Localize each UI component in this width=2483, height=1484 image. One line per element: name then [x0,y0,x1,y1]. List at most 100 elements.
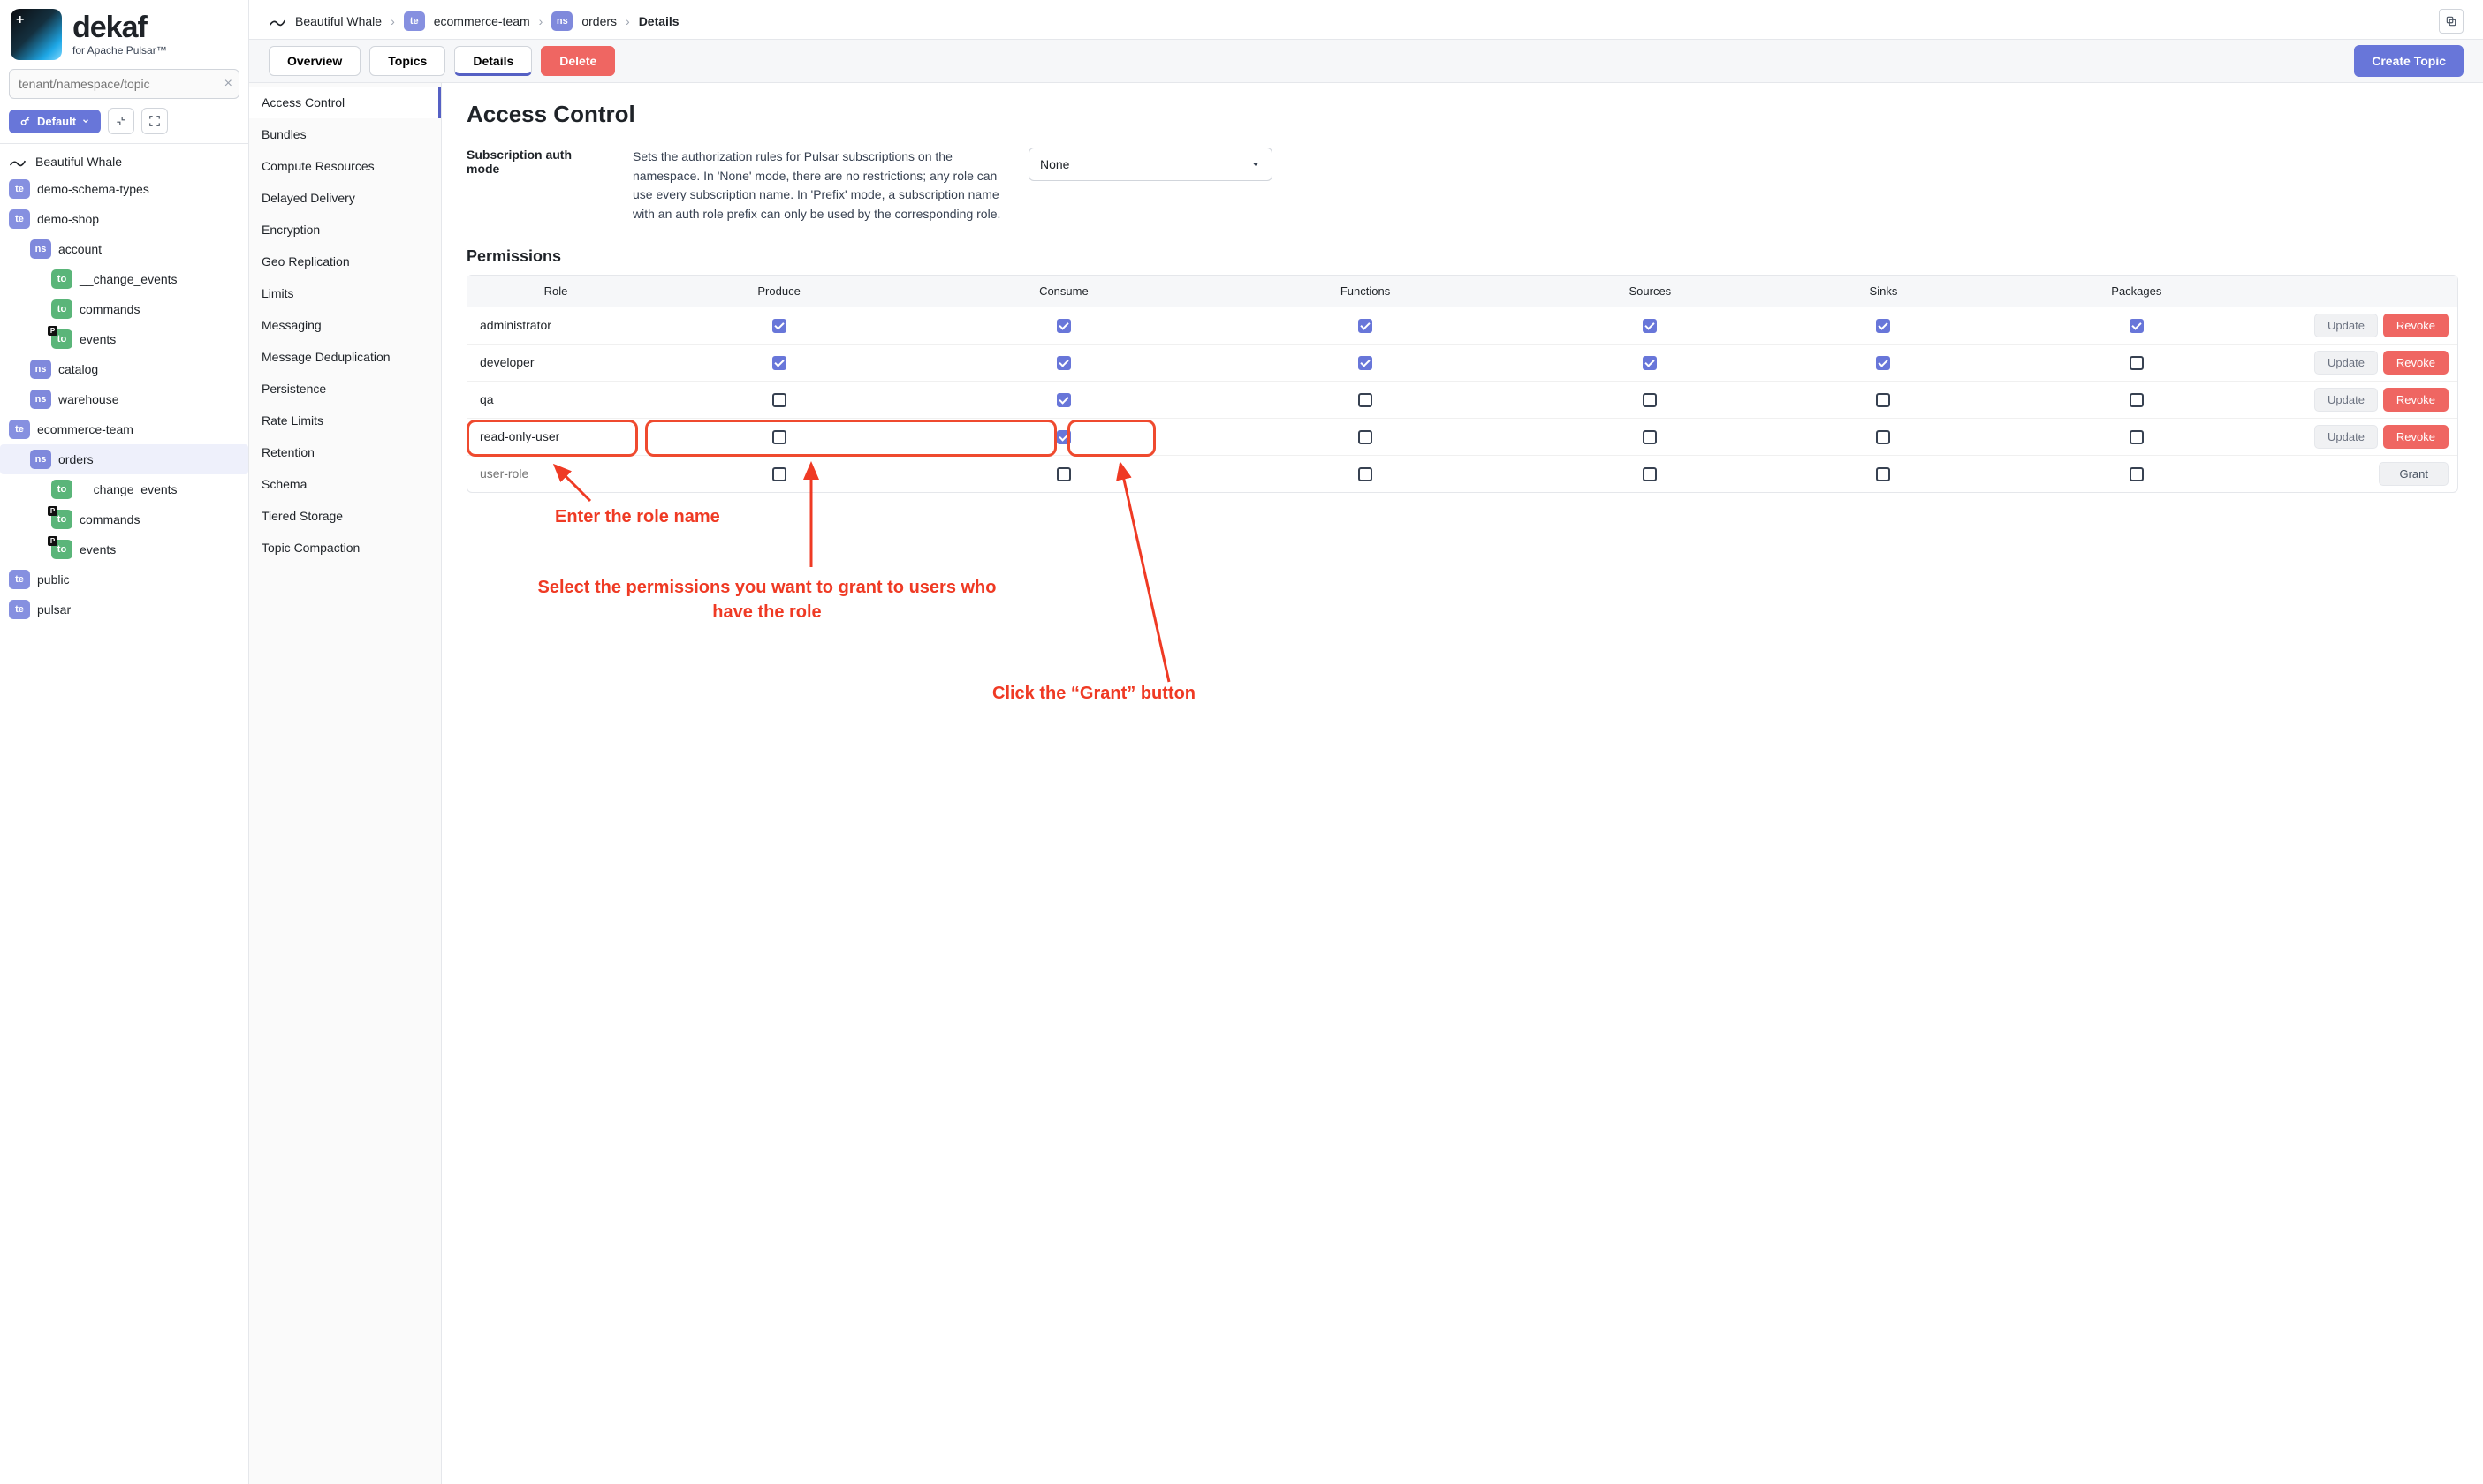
tree-node-account[interactable]: nsaccount [0,234,248,264]
permission-checkbox[interactable] [2130,319,2144,333]
menu-encryption[interactable]: Encryption [249,214,441,246]
default-button[interactable]: Default [9,110,101,133]
tree-node-demo-schema-types[interactable]: tedemo-schema-types [0,174,248,204]
permission-checkbox[interactable] [1876,356,1890,370]
to-badge: to [51,269,72,289]
tree-node-events[interactable]: toPevents [0,324,248,354]
tree-node-catalog[interactable]: nscatalog [0,354,248,384]
permission-checkbox[interactable] [1876,393,1890,407]
tab-topics[interactable]: Topics [369,46,445,76]
menu-message-deduplication[interactable]: Message Deduplication [249,341,441,373]
te-badge: te [9,209,30,229]
permission-checkbox[interactable] [2130,393,2144,407]
menu-schema[interactable]: Schema [249,468,441,500]
copy-button[interactable] [2439,9,2464,34]
search-input[interactable] [9,69,239,99]
tree-label: orders [58,452,94,466]
tree-node-ecommerce-team[interactable]: teecommerce-team [0,414,248,444]
menu-delayed-delivery[interactable]: Delayed Delivery [249,182,441,214]
permission-checkbox[interactable] [1057,430,1071,444]
permission-checkbox[interactable] [1643,319,1657,333]
menu-geo-replication[interactable]: Geo Replication [249,246,441,277]
permission-checkbox[interactable] [772,467,786,481]
update-button[interactable]: Update [2314,425,2378,449]
menu-persistence[interactable]: Persistence [249,373,441,405]
menu-limits[interactable]: Limits [249,277,441,309]
tree-label: demo-shop [37,212,99,226]
revoke-button[interactable]: Revoke [2383,425,2449,449]
tree-node-pulsar[interactable]: tepulsar [0,594,248,625]
nav-tree: Beautiful Whale tedemo-schema-types tedem… [0,144,248,1484]
menu-access-control[interactable]: Access Control [249,87,441,118]
tree-node-__change_events[interactable]: to__change_events [0,474,248,504]
permission-checkbox[interactable] [2130,356,2144,370]
expand-icon-button[interactable] [141,108,168,134]
clear-search-icon[interactable]: × [224,76,232,92]
partitioned-marker: P [48,326,57,336]
menu-rate-limits[interactable]: Rate Limits [249,405,441,436]
menu-topic-compaction[interactable]: Topic Compaction [249,532,441,564]
bc-tenant[interactable]: ecommerce-team [434,14,530,28]
cluster-icon [269,14,286,28]
permission-checkbox[interactable] [772,356,786,370]
menu-messaging[interactable]: Messaging [249,309,441,341]
permission-checkbox[interactable] [1876,430,1890,444]
tree-node-commands[interactable]: tocommands [0,294,248,324]
permission-checkbox[interactable] [1358,319,1372,333]
annotation-perms: Select the permissions you want to grant… [520,575,1014,625]
tab-details[interactable]: Details [454,46,532,76]
permission-checkbox[interactable] [1057,356,1071,370]
update-button[interactable]: Update [2314,314,2378,337]
permission-checkbox[interactable] [1643,393,1657,407]
col-consume: Consume [914,276,1213,307]
permission-checkbox[interactable] [1358,430,1372,444]
permission-checkbox[interactable] [1358,356,1372,370]
bc-namespace[interactable]: orders [581,14,617,28]
tab-delete[interactable]: Delete [541,46,615,76]
collapse-icon-button[interactable] [108,108,134,134]
tab-overview[interactable]: Overview [269,46,361,76]
menu-bundles[interactable]: Bundles [249,118,441,150]
left-sidebar: dekaf for Apache Pulsar™ × Default [0,0,249,1484]
permission-checkbox[interactable] [1057,467,1071,481]
permission-checkbox[interactable] [1643,467,1657,481]
cluster-node[interactable]: Beautiful Whale [0,149,248,174]
tree-node-events[interactable]: toPevents [0,534,248,564]
auth-mode-select[interactable]: None [1029,148,1272,181]
create-topic-button[interactable]: Create Topic [2354,45,2464,77]
permission-checkbox[interactable] [772,393,786,407]
table-row: developerUpdateRevoke [467,344,2457,382]
grant-button[interactable]: Grant [2379,462,2449,486]
bc-cluster[interactable]: Beautiful Whale [295,14,382,28]
tree-node-commands[interactable]: toPcommands [0,504,248,534]
tree-node-warehouse[interactable]: nswarehouse [0,384,248,414]
permission-checkbox[interactable] [2130,467,2144,481]
partitioned-marker: P [48,536,57,546]
permission-checkbox[interactable] [1057,319,1071,333]
update-button[interactable]: Update [2314,388,2378,412]
permission-checkbox[interactable] [1643,356,1657,370]
tree-node-demo-shop[interactable]: te demo-shop [0,204,248,234]
tree-node-orders[interactable]: nsorders [0,444,248,474]
revoke-button[interactable]: Revoke [2383,351,2449,375]
tree-node-__change_events[interactable]: to__change_events [0,264,248,294]
permission-checkbox[interactable] [772,319,786,333]
update-button[interactable]: Update [2314,351,2378,375]
permission-checkbox[interactable] [1876,467,1890,481]
permission-checkbox[interactable] [1358,467,1372,481]
copy-icon [2445,15,2457,27]
permission-checkbox[interactable] [1358,393,1372,407]
permission-checkbox[interactable] [1643,430,1657,444]
permission-checkbox[interactable] [1876,319,1890,333]
revoke-button[interactable]: Revoke [2383,314,2449,337]
permission-checkbox[interactable] [772,430,786,444]
role-name-input[interactable] [480,466,637,481]
breadcrumb: Beautiful Whale › te ecommerce-team › ns… [269,11,680,31]
permission-checkbox[interactable] [2130,430,2144,444]
tree-node-public[interactable]: tepublic [0,564,248,594]
revoke-button[interactable]: Revoke [2383,388,2449,412]
menu-retention[interactable]: Retention [249,436,441,468]
permission-checkbox[interactable] [1057,393,1071,407]
menu-compute-resources[interactable]: Compute Resources [249,150,441,182]
menu-tiered-storage[interactable]: Tiered Storage [249,500,441,532]
